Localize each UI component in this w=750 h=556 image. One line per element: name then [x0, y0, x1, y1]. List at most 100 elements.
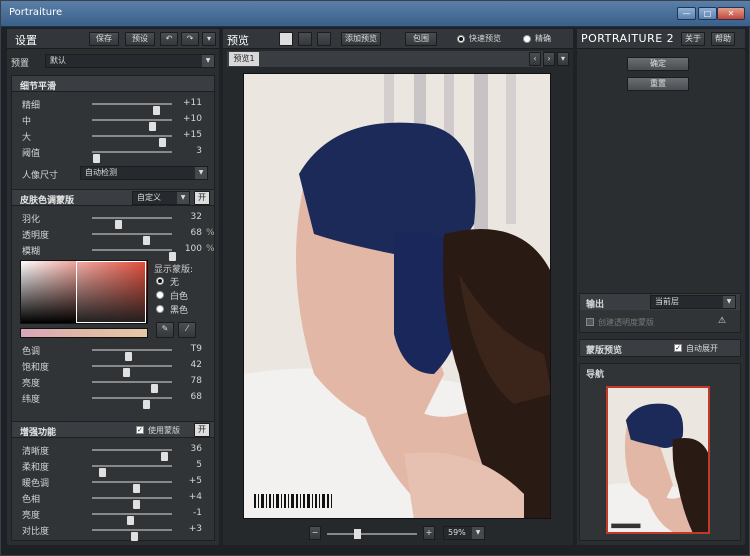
app-logo: PORTRAITURE 2: [581, 32, 675, 45]
preview-header: 预览 添加预览 包围 快速预览 精确: [223, 29, 573, 49]
detail-slider[interactable]: [92, 119, 172, 131]
undo-button[interactable]: ↶: [160, 32, 178, 46]
skin-adjust-label: 亮度: [22, 379, 41, 389]
detail-slider[interactable]: [92, 103, 172, 115]
enhance-toggle[interactable]: 开: [194, 423, 210, 437]
navigator-section: 导航: [579, 363, 741, 541]
preset-button[interactable]: 预设: [125, 32, 155, 46]
tab-next-button[interactable]: ›: [543, 52, 555, 66]
enhance-slider-knob[interactable]: [131, 532, 139, 541]
enhance-value: +3: [188, 524, 202, 534]
skin-adjust-row: 饱和度 42: [12, 358, 214, 377]
detail-label: 大: [22, 133, 32, 143]
use-mask-checkbox[interactable]: ✓: [136, 426, 144, 434]
maximize-button[interactable]: □: [698, 7, 717, 20]
tab-prev-button[interactable]: ‹: [529, 52, 541, 66]
skin-header[interactable]: 皮肤色调蒙版 自定义 ▼ 开: [12, 190, 214, 206]
skin-label: 透明度: [22, 231, 50, 241]
skin-slider[interactable]: [92, 233, 172, 245]
enhance-title: 增强功能: [20, 428, 57, 438]
skin-adjust-slider[interactable]: [92, 365, 172, 377]
navigator-thumbnail[interactable]: [606, 386, 710, 534]
new-mask-checkbox[interactable]: [586, 318, 594, 326]
eyedropper-button[interactable]: ✎: [156, 322, 174, 338]
detail-header[interactable]: 细节平滑: [12, 76, 214, 92]
tab-menu-button[interactable]: ▾: [557, 52, 569, 66]
skin-row: 模糊 100%: [12, 242, 215, 261]
color-selection[interactable]: [76, 261, 146, 323]
skin-adjust-slider[interactable]: [92, 349, 172, 361]
detail-label: 精细: [22, 101, 41, 111]
output-header[interactable]: 输出 当前层 ▼: [580, 294, 740, 310]
eyedropper-minus-button[interactable]: ⁄: [178, 322, 196, 338]
detail-row: 大 +15: [12, 128, 214, 147]
skin-mode-select[interactable]: 自定义 ▼: [132, 191, 190, 205]
enhance-header[interactable]: 增强功能 ✓ 使用蒙版 开: [12, 422, 214, 438]
quick-preview-radio[interactable]: [457, 35, 465, 43]
skin-value: 32: [190, 212, 202, 222]
mask-none-radio[interactable]: [156, 277, 164, 285]
enhance-slider[interactable]: [92, 481, 172, 493]
settings-panel: 设置 保存 预设 ↶ ↷ ▾ 预置 默认 ▼ 细节平滑 精细 +11 中 +10 大 +15…: [7, 29, 219, 545]
about-button[interactable]: 关于: [681, 32, 705, 46]
zoom-select[interactable]: 59% ▼: [443, 526, 485, 540]
skin-slider[interactable]: [92, 249, 176, 261]
zoom-out-button[interactable]: −: [309, 526, 321, 540]
skin-adjust-value: T9: [190, 344, 202, 354]
portrait-size-label: 人像尺寸: [22, 171, 59, 181]
detail-slider-knob[interactable]: [93, 154, 100, 163]
accurate-radio[interactable]: [523, 35, 531, 43]
skin-slider[interactable]: [92, 217, 172, 229]
auto-expand-checkbox[interactable]: ✓: [674, 344, 682, 352]
portrait-size-select[interactable]: 自动检测 ▼: [80, 166, 208, 180]
color-picker[interactable]: [20, 260, 148, 324]
single-view-button[interactable]: [279, 32, 293, 46]
use-mask-label: 使用蒙版: [148, 426, 180, 435]
crop-button[interactable]: 包围: [405, 32, 437, 46]
enhance-row: 对比度 +3: [12, 522, 214, 541]
skin-label: 羽化: [22, 215, 41, 225]
split-h-view-button[interactable]: [298, 32, 312, 46]
zoom-slider[interactable]: [327, 529, 417, 539]
add-preview-button[interactable]: 添加预览: [341, 32, 381, 46]
detail-slider[interactable]: [92, 135, 172, 147]
skin-adjust-value: 78: [190, 376, 202, 386]
redo-button[interactable]: ↷: [181, 32, 199, 46]
skin-tone-strip[interactable]: [20, 328, 148, 338]
enhance-slider[interactable]: [92, 529, 172, 541]
ok-button[interactable]: 确定: [627, 57, 689, 71]
preview-image[interactable]: [243, 73, 551, 519]
split-v-view-button[interactable]: [317, 32, 331, 46]
output-layer-select[interactable]: 当前层 ▼: [650, 295, 736, 309]
detail-slider[interactable]: [92, 151, 172, 163]
enhance-slider[interactable]: [92, 449, 172, 461]
enhance-row: 色相 +4: [12, 490, 214, 509]
preview-photo: [244, 74, 550, 518]
enhance-slider[interactable]: [92, 497, 172, 509]
skin-adjust-label: 纬度: [22, 395, 41, 405]
skin-adjust-slider[interactable]: [92, 397, 172, 409]
skin-adjust-slider-knob[interactable]: [143, 400, 151, 409]
enhance-slider[interactable]: [92, 465, 172, 477]
help-button[interactable]: 帮助: [711, 32, 735, 46]
zoom-in-button[interactable]: +: [423, 526, 435, 540]
enhance-row: 清晰度 36: [12, 442, 214, 461]
menu-button[interactable]: ▾: [202, 32, 216, 46]
preview-tab[interactable]: 预览1: [229, 52, 259, 66]
enhance-label: 柔和度: [22, 463, 50, 473]
minimize-button[interactable]: —: [677, 7, 696, 20]
skin-toggle[interactable]: 开: [194, 191, 210, 205]
preset-select[interactable]: 默认 ▼: [45, 54, 215, 68]
save-button[interactable]: 保存: [89, 32, 119, 46]
reset-button[interactable]: 重置: [627, 77, 689, 91]
mask-white-radio[interactable]: [156, 291, 164, 299]
mask-black-radio[interactable]: [156, 305, 164, 313]
detail-row: 精细 +11: [12, 96, 214, 115]
mask-none-label: 无: [170, 278, 180, 288]
mask-preview-section[interactable]: 蒙版预览 ✓ 自动展开: [579, 339, 741, 357]
zoom-slider-knob[interactable]: [354, 529, 361, 539]
close-button[interactable]: ✕: [717, 7, 745, 20]
skin-adjust-slider[interactable]: [92, 381, 172, 393]
right-header: PORTRAITURE 2 关于 帮助: [577, 29, 745, 49]
enhance-slider[interactable]: [92, 513, 172, 525]
